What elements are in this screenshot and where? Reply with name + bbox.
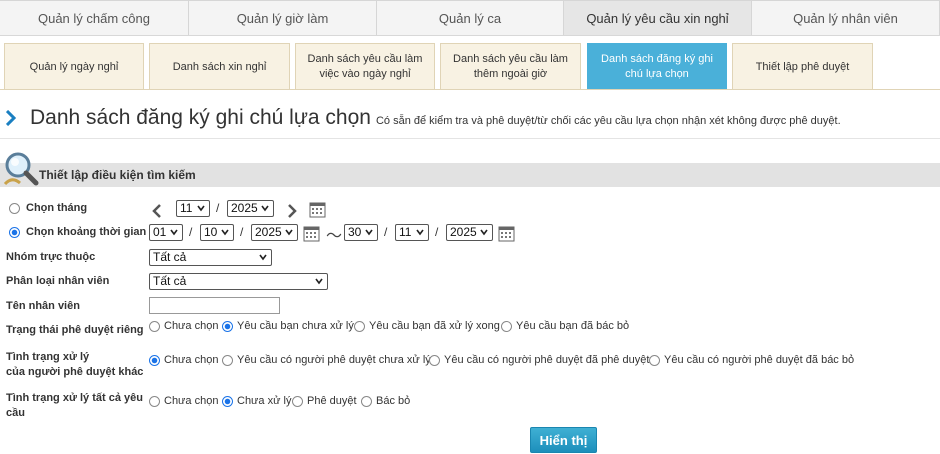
to-year-select[interactable]: 2025 <box>446 224 493 241</box>
separator: / <box>384 225 388 239</box>
all-status-option: Phê duyệt <box>307 395 357 407</box>
from-day-select[interactable]: 01 <box>149 224 183 241</box>
range-separator: ～ <box>326 228 343 245</box>
to-day-select[interactable]: 30 <box>344 224 378 241</box>
all-status-radio-rejected[interactable] <box>361 396 372 407</box>
title-divider <box>0 138 940 139</box>
subtab-overtime[interactable]: Danh sách yêu cầu làm thêm ngoài giờ <box>440 43 581 90</box>
other-status-radio-pending[interactable] <box>222 355 233 366</box>
chevron-right-icon <box>6 110 16 126</box>
tab-attendance[interactable]: Quản lý chấm công <box>0 0 189 35</box>
calendar-icon[interactable] <box>309 200 326 218</box>
subtab-option-notes[interactable]: Danh sách đăng ký ghi chú lựa chọn <box>587 43 727 90</box>
month-select[interactable]: 11 <box>176 200 210 217</box>
other-status-radio-rejected[interactable] <box>649 355 660 366</box>
other-status-option: Yêu cầu có người phê duyệt đã bác bỏ <box>664 354 855 366</box>
year-select[interactable]: 2025 <box>227 200 274 217</box>
tab-work-hours[interactable]: Quản lý giờ làm <box>189 0 377 35</box>
separator: / <box>435 225 439 239</box>
radio-select-month[interactable] <box>9 203 20 214</box>
all-status-radio-unselected[interactable] <box>149 396 160 407</box>
all-status-option: Chưa xử lý <box>237 395 292 407</box>
chevron-right-icon[interactable] <box>287 204 297 218</box>
tab-leave-requests[interactable]: Quản lý yêu cầu xin nghỉ <box>564 0 752 35</box>
subtab-leave-list[interactable]: Danh sách xin nghỉ <box>149 43 290 90</box>
other-status-radio-unselected[interactable] <box>149 355 160 366</box>
to-month-select[interactable]: 11 <box>395 224 429 241</box>
chevron-left-icon[interactable] <box>152 204 162 218</box>
display-button[interactable]: Hiển thị <box>530 427 597 453</box>
all-status-radio-pending[interactable] <box>222 396 233 407</box>
page-title: Danh sách đăng ký ghi chú lựa chọn <box>30 106 371 129</box>
page-description: Có sẵn để kiểm tra và phê duyệt/từ chối … <box>375 115 841 127</box>
from-month-select[interactable]: 10 <box>200 224 234 241</box>
own-status-radio-rejected[interactable] <box>501 321 512 332</box>
group-label: Nhóm trực thuộc <box>6 251 96 263</box>
other-status-label-line2: của người phê duyệt khác <box>6 366 144 378</box>
sub-tab-divider <box>0 89 940 90</box>
own-status-label: Trạng thái phê duyệt riêng <box>6 324 144 336</box>
all-status-option: Bác bỏ <box>376 395 411 407</box>
sub-tab-bar: Quản lý ngày nghỉ Danh sách xin nghỉ Dan… <box>0 40 940 90</box>
all-status-option: Chưa chọn <box>164 395 219 407</box>
subtab-approval-settings[interactable]: Thiết lập phê duyệt <box>732 43 873 90</box>
own-status-radio-unselected[interactable] <box>149 321 160 332</box>
separator: / <box>240 225 244 239</box>
from-year-select[interactable]: 2025 <box>251 224 298 241</box>
tab-shifts[interactable]: Quản lý ca <box>377 0 564 35</box>
employee-name-input[interactable] <box>149 297 280 314</box>
subtab-holiday-work[interactable]: Danh sách yêu cầu làm việc vào ngày nghỉ <box>295 43 435 90</box>
all-status-label-line1: Tình trạng xử lý tất cả yêu <box>6 392 143 404</box>
radio-select-period[interactable] <box>9 227 20 238</box>
all-status-radio-approved[interactable] <box>292 396 303 407</box>
separator: / <box>189 225 193 239</box>
tab-employees[interactable]: Quản lý nhân viên <box>752 0 940 35</box>
other-status-option: Yêu cầu có người phê duyệt chưa xử lý <box>237 354 431 366</box>
magnifier-icon <box>3 152 39 186</box>
period-label: Chọn khoảng thời gian <box>26 226 147 238</box>
own-status-option: Yêu cầu bạn đã bác bỏ <box>516 320 630 332</box>
subtab-holidays[interactable]: Quản lý ngày nghỉ <box>4 43 144 90</box>
own-status-option: Chưa chọn <box>164 320 219 332</box>
calendar-icon[interactable] <box>498 224 515 242</box>
own-status-option: Yêu cầu bạn chưa xử lý <box>237 320 354 332</box>
page-header: Danh sách đăng ký ghi chú lựa chọn Có sẵ… <box>6 106 841 130</box>
month-label: Chọn tháng <box>26 202 88 214</box>
other-status-option: Yêu cầu có người phê duyệt đã phê duyệt <box>444 354 650 366</box>
own-status-radio-done[interactable] <box>354 321 365 332</box>
category-label: Phân loại nhân viên <box>6 275 110 287</box>
category-select[interactable]: Tất cả <box>149 273 328 290</box>
group-select[interactable]: Tất cả <box>149 249 272 266</box>
other-status-radio-approved[interactable] <box>429 355 440 366</box>
calendar-icon[interactable] <box>303 224 320 242</box>
other-status-option: Chưa chọn <box>164 354 219 366</box>
name-label: Tên nhân viên <box>6 300 80 312</box>
search-title: Thiết lập điều kiện tìm kiếm <box>39 168 196 182</box>
separator: / <box>216 201 220 215</box>
own-status-radio-pending[interactable] <box>222 321 233 332</box>
other-status-label-line1: Tình trạng xử lý <box>6 351 90 363</box>
own-status-option: Yêu cầu bạn đã xử lý xong <box>369 320 500 332</box>
main-tab-bar: Quản lý chấm công Quản lý giờ làm Quản l… <box>0 0 940 36</box>
all-status-label-line2: cầu <box>6 407 25 419</box>
